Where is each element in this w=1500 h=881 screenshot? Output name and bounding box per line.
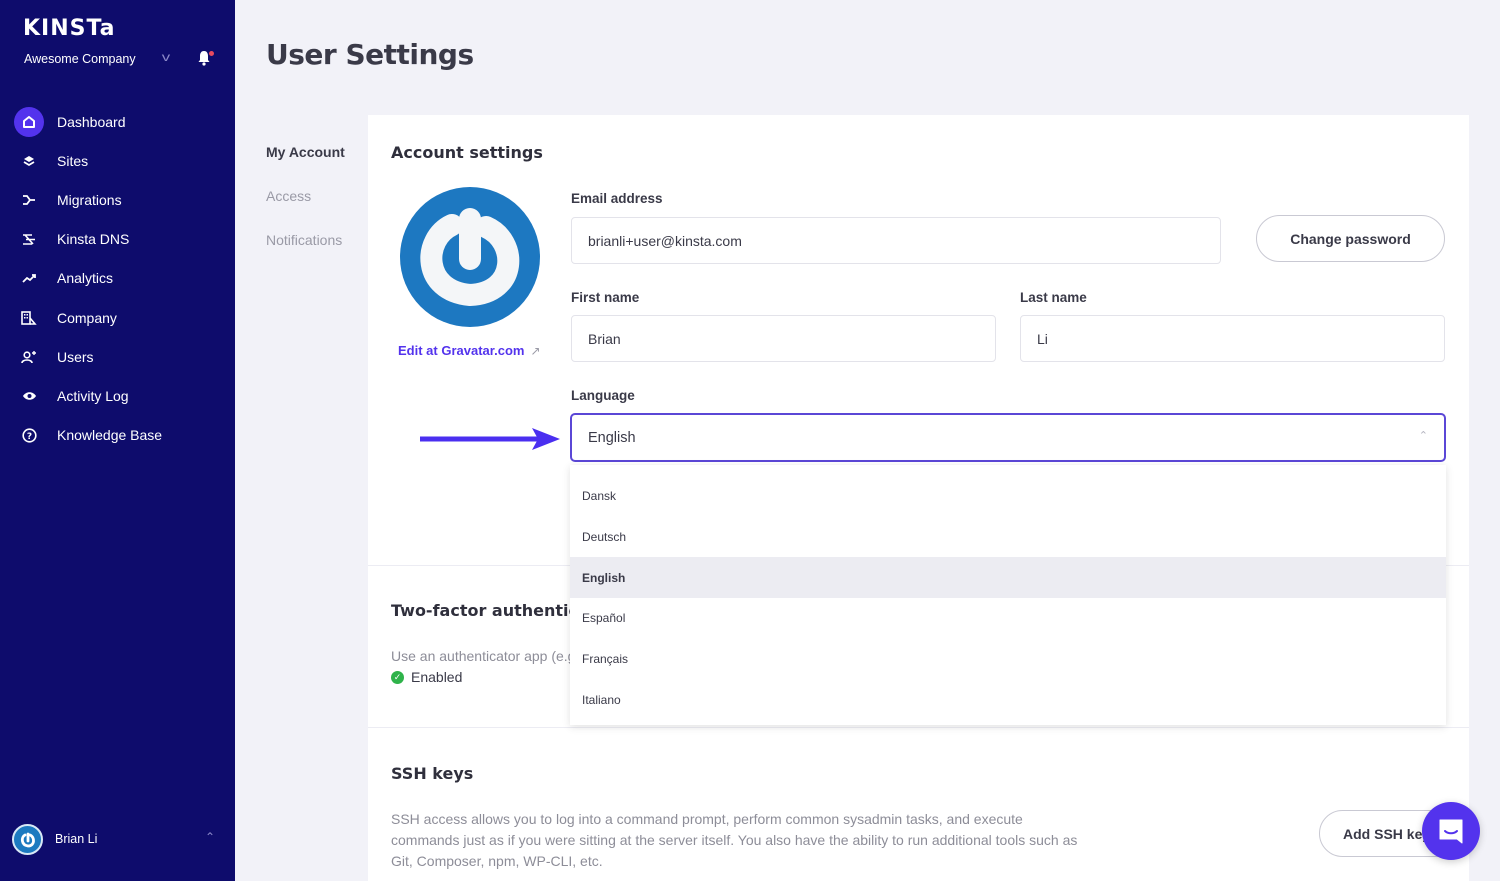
nav-label: Analytics <box>57 270 114 287</box>
eye-icon <box>14 381 44 411</box>
page-title: User Settings <box>266 38 474 71</box>
add-user-icon <box>14 342 44 372</box>
last-name-field[interactable]: Li <box>1020 315 1445 362</box>
section-divider <box>368 727 1469 728</box>
subnav-access[interactable]: Access <box>266 188 345 232</box>
settings-subnav: My Account Access Notifications <box>266 144 345 276</box>
nav-item-analytics[interactable]: Analytics <box>0 259 235 298</box>
nav-item-users[interactable]: Users <box>0 337 235 376</box>
account-settings-title: Account settings <box>391 143 543 162</box>
nav-item-dashboard[interactable]: Dashboard <box>0 102 235 141</box>
language-option-english[interactable]: English <box>570 557 1446 599</box>
help-icon: ? <box>14 420 44 450</box>
chat-launcher-button[interactable] <box>1422 802 1480 860</box>
language-dropdown: Dansk Deutsch English Español Français I… <box>570 465 1446 725</box>
last-name-label: Last name <box>1020 290 1087 305</box>
two-factor-description: Use an authenticator app (e.g <box>391 648 571 664</box>
analytics-icon <box>14 263 44 293</box>
language-option-francais[interactable]: Français <box>570 639 1446 680</box>
first-name-field[interactable]: Brian <box>571 315 996 362</box>
language-option-italiano[interactable]: Italiano <box>570 679 1446 720</box>
nav-label: Knowledge Base <box>57 427 163 444</box>
nav-item-kinsta-dns[interactable]: Kinsta DNS <box>0 220 235 259</box>
nav-label: Dashboard <box>57 113 126 130</box>
chat-icon <box>1439 819 1463 844</box>
ssh-keys-title: SSH keys <box>391 764 474 783</box>
nav-item-activity-log[interactable]: Activity Log <box>0 376 235 415</box>
ssh-description-line: Git, Composer, npm, WP-CLI, etc. <box>391 853 603 869</box>
dns-icon <box>14 224 44 254</box>
subnav-my-account[interactable]: My Account <box>266 144 345 188</box>
language-select[interactable]: English ⌃ <box>570 413 1446 462</box>
edit-gravatar-label: Edit at Gravatar.com <box>398 343 525 358</box>
main-nav: Dashboard Sites Migrations Kinsta DNS An… <box>0 102 235 455</box>
user-avatar <box>12 824 43 855</box>
home-icon <box>14 106 44 137</box>
two-factor-status: ✓ Enabled <box>391 669 462 685</box>
nav-label: Migrations <box>57 191 122 208</box>
two-factor-status-label: Enabled <box>411 669 463 685</box>
user-menu[interactable]: Brian Li ⌃ <box>0 822 235 858</box>
building-icon <box>14 303 44 333</box>
nav-label: Company <box>57 309 117 326</box>
ssh-keys-description: SSH access allows you to log into a comm… <box>391 809 1091 872</box>
nav-item-sites[interactable]: Sites <box>0 141 235 180</box>
gravatar-avatar <box>400 187 540 327</box>
nav-label: Users <box>57 348 94 365</box>
settings-card: Account settings Edit at Gravatar.com ↗ E… <box>368 115 1469 881</box>
language-option-dansk[interactable]: Dansk <box>570 476 1446 517</box>
user-name: Brian Li <box>55 832 98 846</box>
annotation-arrow-icon <box>420 428 560 450</box>
ssh-description-line: SSH access allows you to log into a comm… <box>391 811 1023 827</box>
check-circle-icon: ✓ <box>391 670 404 684</box>
company-switcher-label[interactable]: Awesome Company <box>24 52 136 66</box>
kinsta-logo[interactable]: KINSTa <box>23 16 116 41</box>
language-option-deutsch[interactable]: Deutsch <box>570 517 1446 558</box>
sidebar: KINSTa Awesome Company v Dashboard Sites… <box>0 0 235 881</box>
layers-icon <box>14 146 44 176</box>
language-option-espanol[interactable]: Español <box>570 598 1446 639</box>
chevron-down-icon[interactable]: v <box>162 50 170 64</box>
email-label: Email address <box>571 191 663 206</box>
subnav-notifications[interactable]: Notifications <box>266 232 345 276</box>
chevron-up-icon[interactable]: ⌃ <box>205 830 215 844</box>
notification-dot <box>209 51 214 56</box>
nav-item-knowledge-base[interactable]: ? Knowledge Base <box>0 416 235 455</box>
nav-item-migrations[interactable]: Migrations <box>0 180 235 219</box>
svg-text:?: ? <box>26 432 31 442</box>
migrations-icon <box>14 185 44 215</box>
email-field[interactable]: brianli+user@kinsta.com <box>571 217 1221 264</box>
edit-gravatar-link[interactable]: Edit at Gravatar.com ↗ <box>398 343 541 358</box>
ssh-description-line: commands just as if you were sitting at … <box>391 832 1078 848</box>
nav-item-company[interactable]: Company <box>0 298 235 337</box>
nav-label: Activity Log <box>57 387 129 404</box>
external-link-icon: ↗ <box>530 344 541 358</box>
language-label: Language <box>571 388 635 403</box>
nav-label: Sites <box>57 152 89 169</box>
change-password-button[interactable]: Change password <box>1256 215 1445 262</box>
nav-label: Kinsta DNS <box>57 231 130 248</box>
chevron-up-icon: ⌃ <box>1418 430 1428 442</box>
language-selected-value: English <box>588 429 636 446</box>
two-factor-title: Two-factor authenticati <box>391 601 571 620</box>
first-name-label: First name <box>571 290 640 305</box>
